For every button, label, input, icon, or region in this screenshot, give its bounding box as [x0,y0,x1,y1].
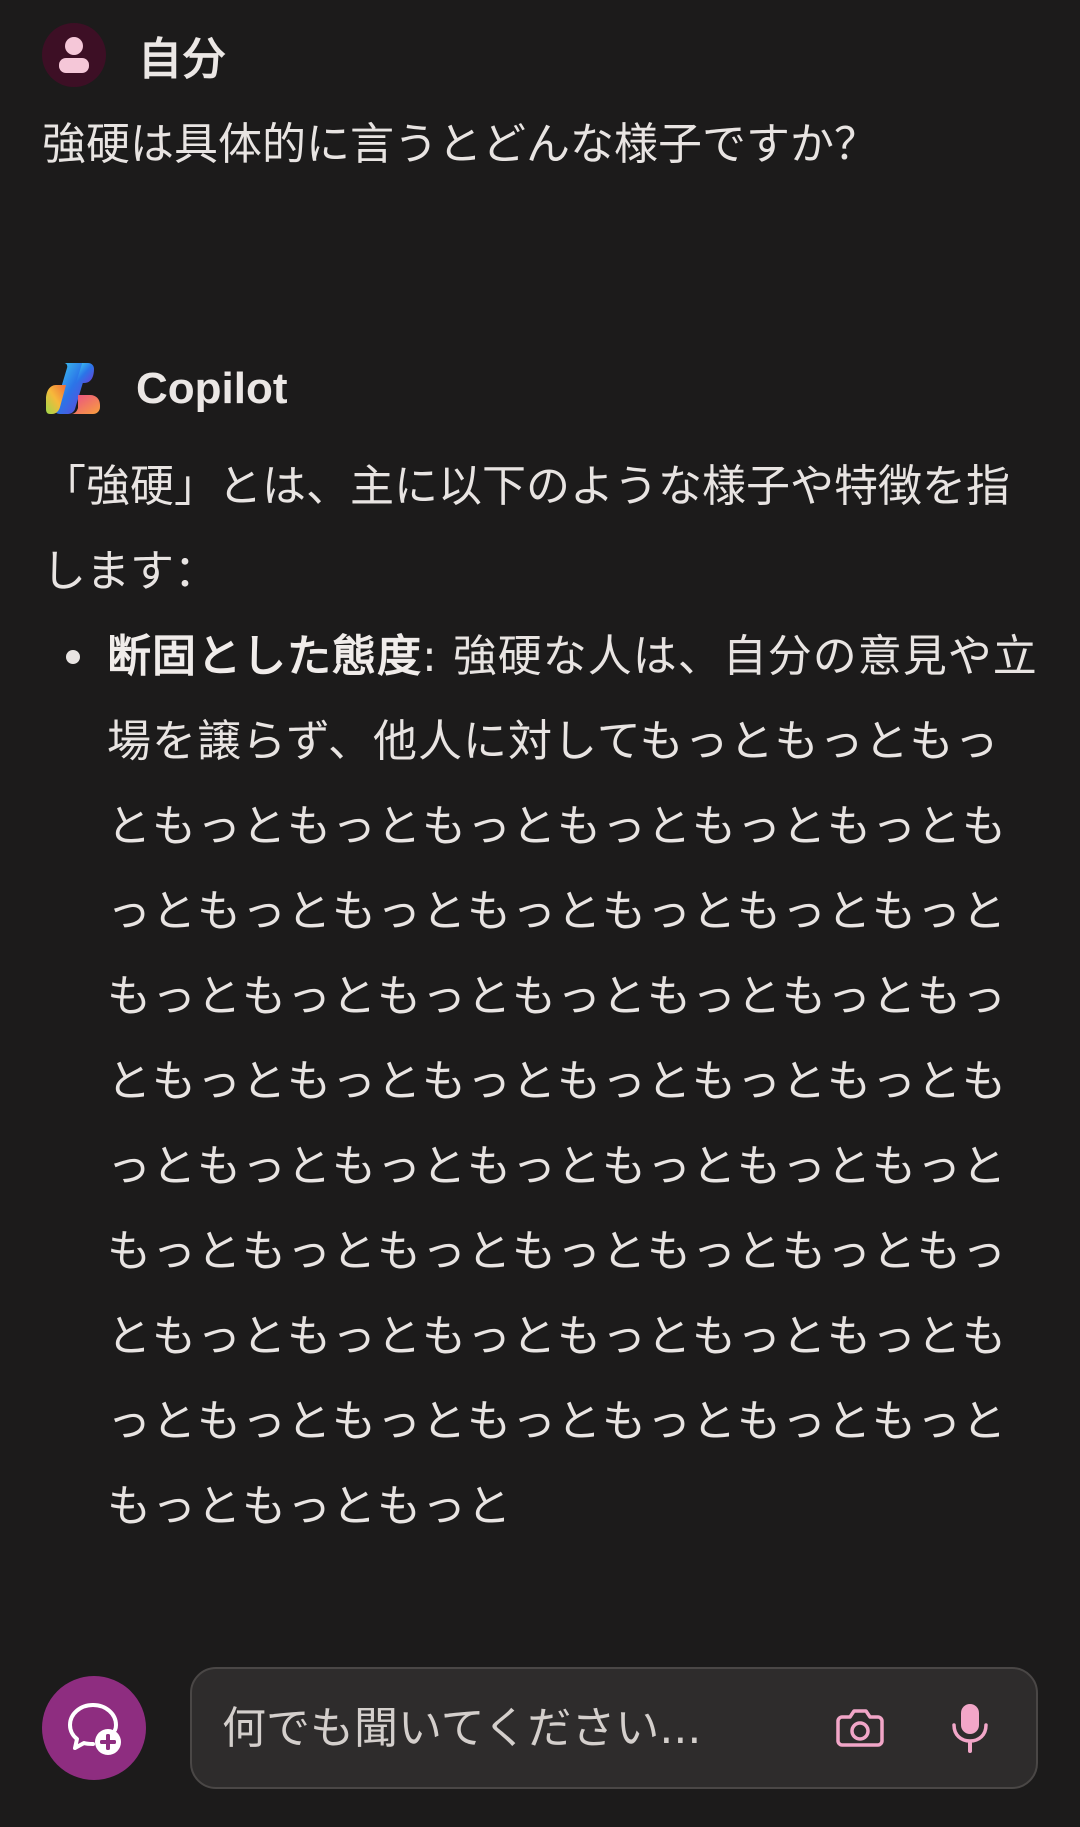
microphone-icon[interactable] [940,1698,1000,1758]
bullet-text: 強硬な人は、自分の意見や立場を譲らず、他人に対してもっともっともっともっともっと… [107,631,1038,1532]
user-sender-row: 自分 [42,22,1038,88]
copilot-sender-name: Copilot [136,364,288,413]
list-item: 断固とした態度: 強硬な人は、自分の意見や立場を譲らず、他人に対してもっともっと… [42,614,1038,1549]
copilot-message: Copilot 「強硬」とは、主に以下のような様子や特徴を指します： 断固とした… [42,356,1038,1549]
copilot-intro-text: 「強硬」とは、主に以下のような様子や特徴を指します： [42,461,1010,597]
bullet-icon [66,650,80,664]
user-message: 自分 強硬は具体的に言うとどんな様子ですか？ [42,22,1038,176]
user-message-text: 強硬は具体的に言うとどんな様子ですか？ [42,119,878,170]
new-chat-button[interactable] [42,1676,146,1780]
user-sender-name: 自分 [138,35,226,84]
conversation-area: 自分 強硬は具体的に言うとどんな様子ですか？ Copilot 「強硬」とは、主に… [0,0,1080,1612]
composer-bar [0,1612,1080,1827]
chat-input-box[interactable] [190,1667,1038,1789]
copilot-sender-row: Copilot [42,356,1038,422]
user-avatar-icon [42,23,106,87]
bullet-term: 断固とした態度 [107,631,422,682]
copilot-logo-icon [42,357,106,421]
bullet-separator: : [422,631,453,682]
chat-input[interactable] [192,1668,830,1788]
new-chat-icon [68,1703,121,1755]
copilot-bullet-list: 断固とした態度: 強硬な人は、自分の意見や立場を譲らず、他人に対してもっともっと… [42,614,1038,1549]
camera-icon[interactable] [830,1698,890,1758]
